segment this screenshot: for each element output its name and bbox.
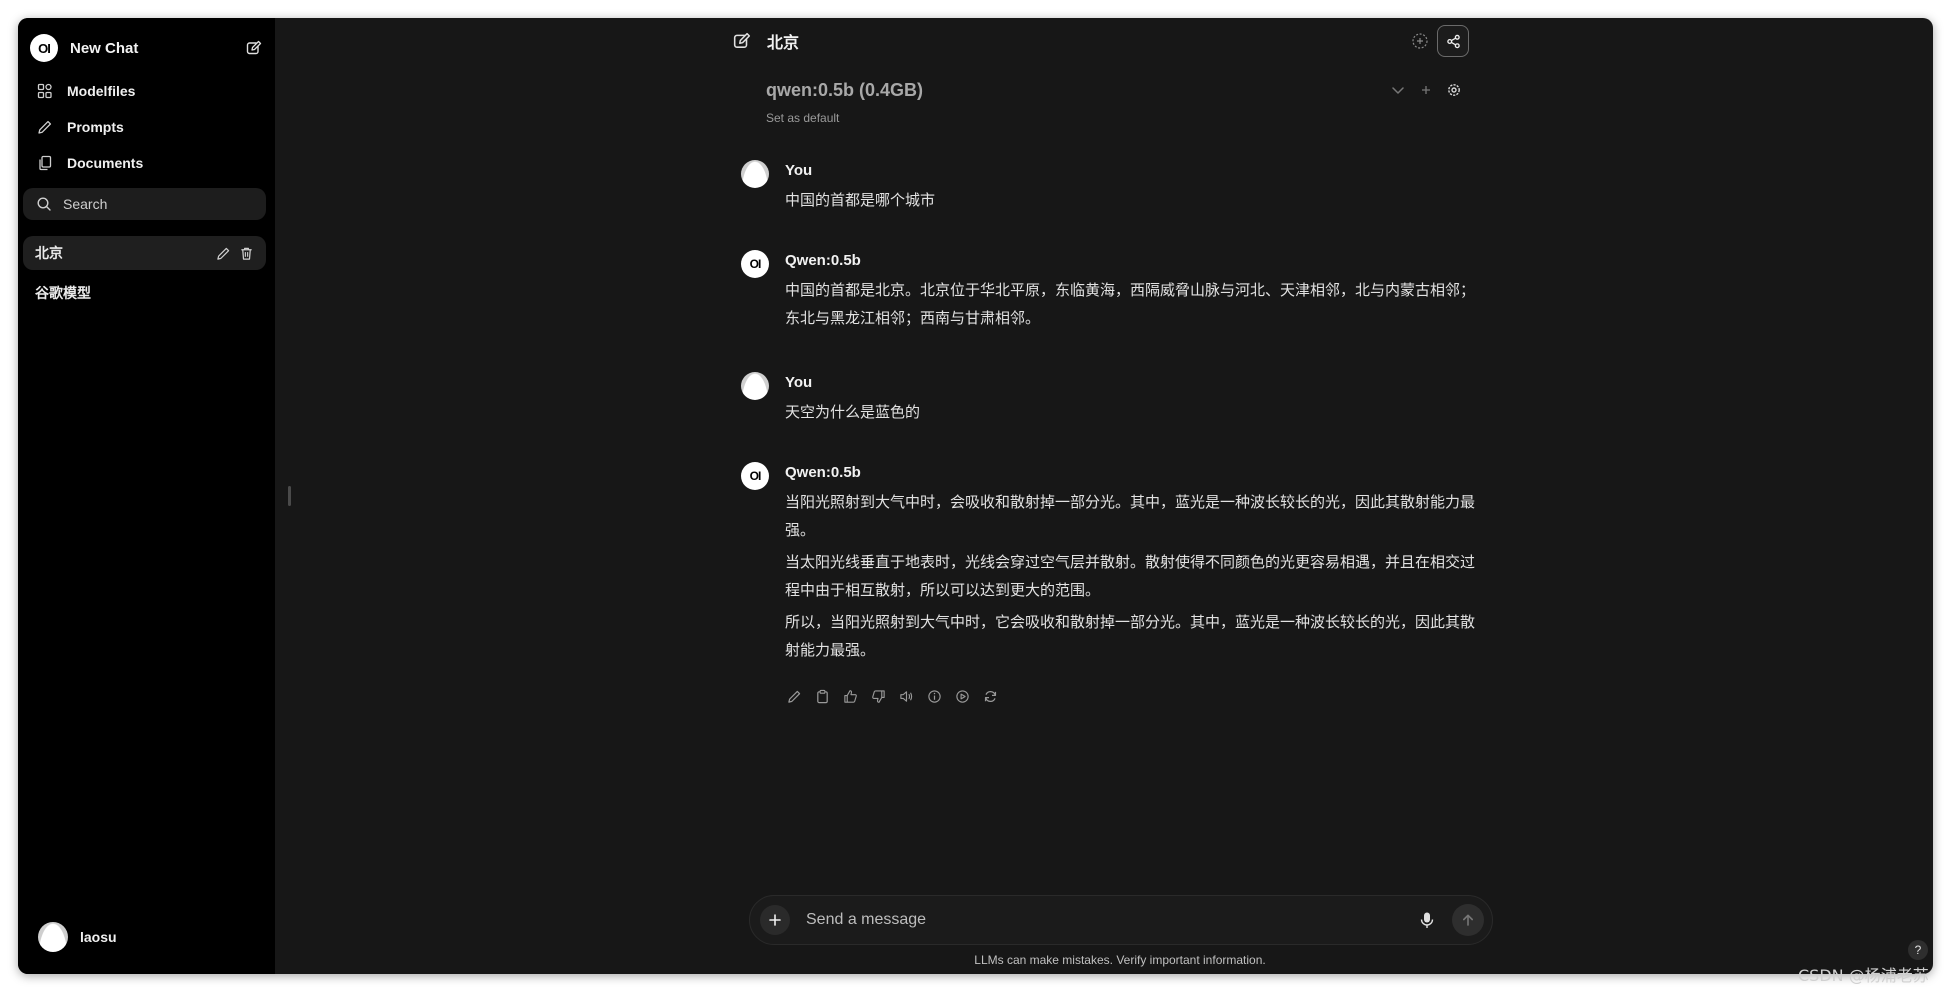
message-text: 当太阳光线垂直于地表时，光线会穿过空气层并散射。散射使得不同颜色的光更容易相遇，…: [785, 553, 1476, 599]
user-name: laosu: [80, 929, 117, 945]
sidebar-item-label: Modelfiles: [67, 83, 136, 99]
temporary-chat-icon[interactable]: [1411, 32, 1429, 50]
message-author: You: [785, 162, 813, 179]
chat-item-label: 北京: [35, 245, 63, 261]
assistant-message: OI Qwen:0.5b 中国的首都是北京。北京位于华北平原，东临黄海，西隔威脅…: [741, 250, 1481, 350]
sidebar: OI New Chat Modelfiles Prompts Documents: [18, 18, 275, 974]
read-aloud-speaker-icon[interactable]: [897, 687, 915, 705]
sidebar-item-prompts[interactable]: Prompts: [30, 111, 262, 143]
message-text: 所以，当阳光照射到大气中时，它会吸收和散射掉一部分光。其中，蓝光是一种波长较长的…: [785, 613, 1476, 659]
user-message: You 中国的首都是哪个城市: [741, 160, 1481, 220]
sidebar-item-documents[interactable]: Documents: [30, 147, 262, 179]
new-chat-edit-icon[interactable]: [246, 40, 262, 56]
model-selector-row: qwen:0.5b (0.4GB): [766, 77, 1462, 103]
sidebar-item-label: Documents: [67, 155, 144, 171]
message-text: 中国的首都是北京。北京位于华北平原，东临黄海，西隔威脅山脉与河北、天津相邻，北与…: [785, 281, 1476, 327]
message-text: 天空为什么是蓝色的: [785, 403, 921, 421]
message-composer: [749, 895, 1493, 945]
user-avatar: [38, 922, 68, 952]
chat-title: 北京: [767, 35, 800, 52]
message-body: 中国的首都是哪个城市: [785, 186, 1475, 218]
info-icon[interactable]: [925, 687, 943, 705]
app-logo: OI: [30, 34, 58, 62]
new-chat-label[interactable]: New Chat: [70, 40, 246, 57]
copy-clipboard-icon[interactable]: [813, 687, 831, 705]
message-text: 中国的首都是哪个城市: [785, 191, 936, 209]
message-body: 当阳光照射到大气中时，会吸收和散射掉一部分光。其中，蓝光是一种波长较长的光，因此…: [785, 488, 1475, 668]
plus-icon: [769, 914, 781, 926]
regenerate-icon[interactable]: [981, 687, 999, 705]
share-button[interactable]: [1437, 25, 1469, 57]
sidebar-item-modelfiles[interactable]: Modelfiles: [30, 75, 262, 107]
documents-icon: [36, 154, 54, 172]
send-button[interactable]: [1452, 904, 1484, 936]
message-actions: [785, 687, 999, 705]
message-author: You: [785, 374, 813, 391]
search-input[interactable]: [61, 195, 255, 213]
chat-topbar: 北京: [733, 25, 1469, 57]
disclaimer-text: LLMs can make mistakes. Verify important…: [974, 953, 1266, 967]
new-chat-row[interactable]: OI New Chat: [30, 32, 262, 64]
user-menu[interactable]: laosu: [38, 922, 117, 952]
thumbs-down-icon[interactable]: [869, 687, 887, 705]
arrow-up-icon: [1463, 914, 1473, 926]
assistant-message: OI Qwen:0.5b 当阳光照射到大气中时，会吸收和散射掉一部分光。其中，蓝…: [741, 462, 1481, 692]
microphone-icon[interactable]: [1416, 909, 1438, 931]
add-model-plus-icon[interactable]: [1420, 84, 1432, 96]
model-selector[interactable]: qwen:0.5b (0.4GB): [766, 80, 1390, 101]
assistant-avatar: OI: [741, 250, 769, 278]
share-icon: [1446, 34, 1460, 48]
watermark-text: CSDN @杨浦老苏: [1798, 966, 1929, 985]
chat-main: 北京 qwen:0.5b (0.4GB) Set as default You …: [275, 18, 1933, 974]
message-author: Qwen:0.5b: [785, 252, 861, 269]
pencil-icon: [36, 118, 54, 136]
set-as-default-link[interactable]: Set as default: [766, 111, 839, 125]
message-body: 天空为什么是蓝色的: [785, 398, 1475, 430]
modelfiles-icon: [36, 82, 54, 100]
message-body: 中国的首都是北京。北京位于华北平原，东临黄海，西隔威脅山脉与河北、天津相邻，北与…: [785, 276, 1475, 336]
rename-chat-pencil-icon[interactable]: [216, 246, 231, 261]
model-settings-gear-icon[interactable]: [1446, 82, 1462, 98]
continue-play-icon[interactable]: [953, 687, 971, 705]
app-window: OI New Chat Modelfiles Prompts Documents: [18, 18, 1933, 974]
user-message: You 天空为什么是蓝色的: [741, 372, 1481, 432]
delete-chat-trash-icon[interactable]: [239, 246, 254, 261]
attach-plus-button[interactable]: [760, 905, 790, 935]
assistant-avatar: OI: [741, 462, 769, 490]
message-input[interactable]: [804, 910, 1416, 930]
chat-item-label: 谷歌模型: [35, 285, 91, 301]
message-text: 当阳光照射到大气中时，会吸收和散射掉一部分光。其中，蓝光是一种波长较长的光，因此…: [785, 493, 1476, 539]
new-chat-edit-icon[interactable]: [733, 32, 751, 50]
edit-pencil-icon[interactable]: [785, 687, 803, 705]
message-author: Qwen:0.5b: [785, 464, 861, 481]
user-avatar: [741, 160, 769, 188]
chat-item-active[interactable]: 北京: [23, 236, 266, 270]
help-button[interactable]: ?: [1908, 940, 1928, 960]
thumbs-up-icon[interactable]: [841, 687, 859, 705]
chat-item[interactable]: 谷歌模型: [23, 276, 266, 310]
user-avatar: [741, 372, 769, 400]
search-icon: [36, 196, 52, 212]
chevron-down-icon[interactable]: [1390, 82, 1406, 98]
sidebar-item-label: Prompts: [67, 119, 124, 135]
sidebar-search: [23, 188, 266, 220]
